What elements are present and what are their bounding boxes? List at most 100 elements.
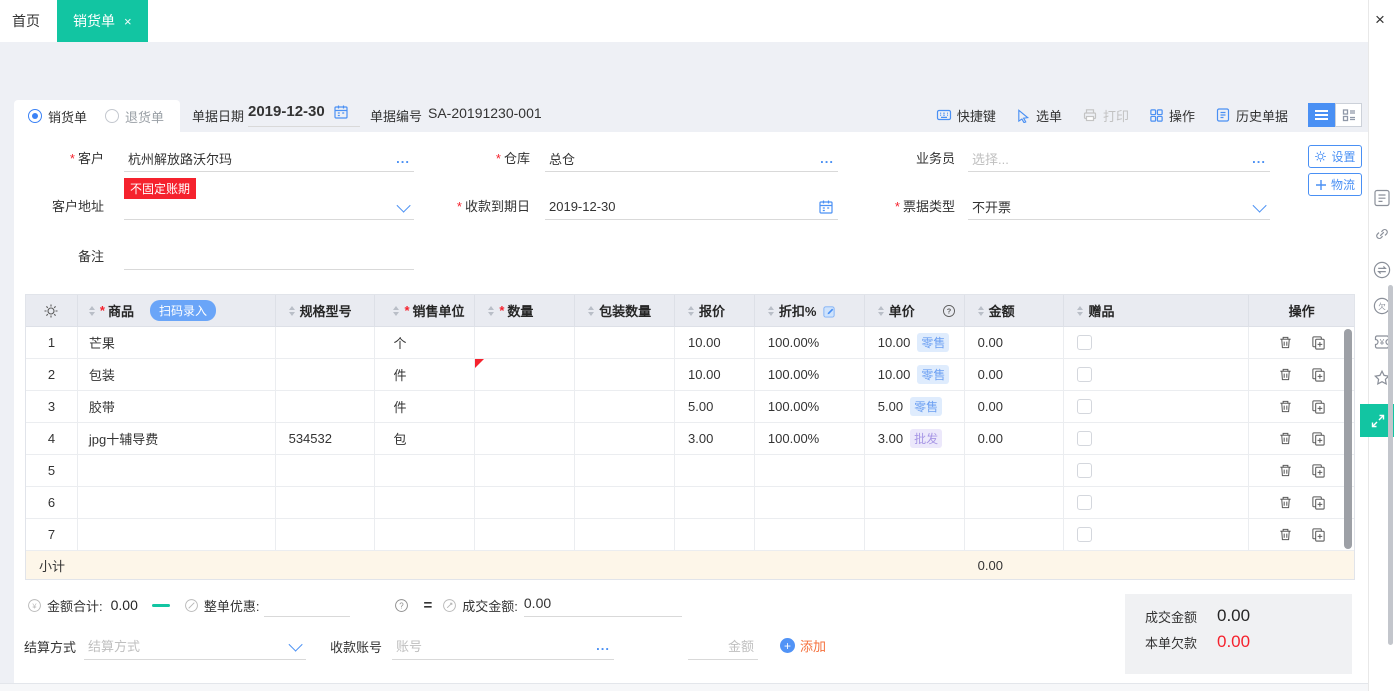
settle-method-field[interactable]: 结算方式 — [84, 632, 306, 660]
cell-spec[interactable] — [276, 487, 376, 518]
layout-view-toggle[interactable] — [1335, 103, 1362, 127]
cell-quote[interactable]: 10.00 — [675, 327, 755, 358]
cell-discount[interactable] — [755, 519, 865, 550]
copy-add-icon[interactable] — [1311, 367, 1326, 382]
help-circle-icon[interactable]: ? — [394, 598, 409, 613]
transfer-icon[interactable] — [1372, 260, 1392, 280]
cell-unit[interactable]: 件 — [375, 359, 475, 390]
cell-amount[interactable]: 0.00 — [965, 327, 1065, 358]
col-product[interactable]: *商品 扫码录入 — [78, 295, 276, 326]
salesman-picker-icon[interactable]: ... — [1252, 151, 1266, 166]
settle-amount-field[interactable]: 金额 — [688, 632, 758, 660]
col-quote[interactable]: 报价 — [675, 295, 755, 326]
col-price[interactable]: 单价 ? — [865, 295, 965, 326]
logistics-button[interactable]: 物流 — [1308, 173, 1362, 196]
sort-icon[interactable] — [688, 306, 694, 316]
sort-icon[interactable] — [1077, 306, 1083, 316]
col-unit[interactable]: *销售单位 — [375, 295, 475, 326]
col-spec[interactable]: 规格型号 — [276, 295, 376, 326]
cell-spec[interactable] — [276, 327, 376, 358]
cell-product[interactable] — [78, 519, 276, 550]
cell-pkg-qty[interactable] — [575, 487, 675, 518]
list-view-toggle[interactable] — [1308, 103, 1335, 127]
cell-discount[interactable]: 100.00% — [755, 391, 865, 422]
settle-account-field[interactable]: 账号 ... — [392, 632, 614, 660]
print-button[interactable]: 打印 — [1082, 106, 1129, 125]
gift-checkbox[interactable] — [1077, 335, 1092, 350]
col-amount[interactable]: 金额 — [965, 295, 1065, 326]
cell-price[interactable]: 10.00零售 — [865, 327, 965, 358]
cell-qty[interactable] — [475, 359, 575, 390]
cell-product[interactable] — [78, 487, 276, 518]
cell-amount[interactable] — [965, 455, 1065, 486]
cell-unit[interactable]: 个 — [375, 327, 475, 358]
link-icon[interactable] — [1372, 224, 1392, 244]
customer-field[interactable]: 杭州解放路沃尔玛 ... — [124, 146, 414, 172]
tab-home[interactable]: 首页 — [0, 0, 52, 42]
cell-amount[interactable]: 0.00 — [965, 423, 1065, 454]
cell-unit[interactable] — [375, 455, 475, 486]
cell-pkg-qty[interactable] — [575, 359, 675, 390]
customer-address-field[interactable] — [124, 194, 414, 220]
sort-icon[interactable] — [978, 306, 984, 316]
cell-product[interactable]: 包装 — [78, 359, 276, 390]
cell-qty[interactable] — [475, 391, 575, 422]
copy-add-icon[interactable] — [1311, 335, 1326, 350]
cell-spec[interactable] — [276, 455, 376, 486]
trash-icon[interactable] — [1278, 495, 1293, 510]
trash-icon[interactable] — [1278, 399, 1293, 414]
cell-spec[interactable] — [276, 519, 376, 550]
gift-checkbox[interactable] — [1077, 495, 1092, 510]
chevron-down-icon[interactable] — [397, 198, 411, 212]
cell-qty[interactable] — [475, 519, 575, 550]
cell-discount[interactable]: 100.00% — [755, 359, 865, 390]
copy-add-icon[interactable] — [1311, 495, 1326, 510]
cell-product[interactable]: 芒果 — [78, 327, 276, 358]
cell-quote[interactable] — [675, 519, 755, 550]
price-type-badge[interactable]: 零售 — [917, 333, 949, 352]
pick-order-button[interactable]: 选单 — [1016, 106, 1062, 125]
gift-checkbox[interactable] — [1077, 367, 1092, 382]
cell-unit[interactable]: 件 — [375, 391, 475, 422]
radio-sales-order[interactable]: 销货单 — [28, 107, 87, 126]
copy-add-icon[interactable] — [1311, 431, 1326, 446]
sort-icon[interactable] — [878, 306, 884, 316]
history-orders-button[interactable]: 历史单据 — [1215, 106, 1288, 125]
cell-amount[interactable]: 0.00 — [965, 359, 1065, 390]
salesman-field[interactable]: 选择... ... — [968, 146, 1270, 172]
account-picker-icon[interactable]: ... — [596, 638, 610, 653]
trash-icon[interactable] — [1278, 367, 1293, 382]
price-type-badge[interactable]: 批发 — [910, 429, 942, 448]
sort-icon[interactable] — [289, 306, 295, 316]
note-icon[interactable] — [1372, 188, 1392, 208]
gift-checkbox[interactable] — [1077, 431, 1092, 446]
cell-product[interactable]: 胶带 — [78, 391, 276, 422]
cell-qty[interactable] — [475, 487, 575, 518]
sort-icon[interactable] — [768, 306, 774, 316]
radio-selected-icon[interactable] — [28, 109, 42, 123]
cell-discount[interactable]: 100.00% — [755, 423, 865, 454]
trash-icon[interactable] — [1278, 527, 1293, 542]
cell-qty[interactable] — [475, 327, 575, 358]
trash-icon[interactable] — [1278, 335, 1293, 350]
remark-field[interactable] — [124, 244, 414, 270]
cell-price[interactable]: 5.00零售 — [865, 391, 965, 422]
col-discount[interactable]: 折扣% — [755, 295, 865, 326]
col-gift[interactable]: 赠品 — [1064, 295, 1249, 326]
cell-pkg-qty[interactable] — [575, 423, 675, 454]
radio-unselected-icon[interactable] — [105, 109, 119, 123]
tab-close-icon[interactable]: × — [124, 14, 132, 29]
cell-quote[interactable]: 3.00 — [675, 423, 755, 454]
trash-icon[interactable] — [1278, 463, 1293, 478]
cell-qty[interactable] — [475, 455, 575, 486]
price-type-badge[interactable]: 零售 — [917, 365, 949, 384]
sort-icon[interactable] — [393, 306, 399, 316]
cell-unit[interactable] — [375, 519, 475, 550]
gift-checkbox[interactable] — [1077, 527, 1092, 542]
deal-amount-input[interactable]: 0.00 — [524, 593, 682, 617]
cell-discount[interactable] — [755, 455, 865, 486]
cell-price[interactable]: 3.00批发 — [865, 423, 965, 454]
column-settings[interactable] — [26, 295, 78, 326]
order-discount-input[interactable] — [264, 593, 350, 617]
cell-pkg-qty[interactable] — [575, 391, 675, 422]
